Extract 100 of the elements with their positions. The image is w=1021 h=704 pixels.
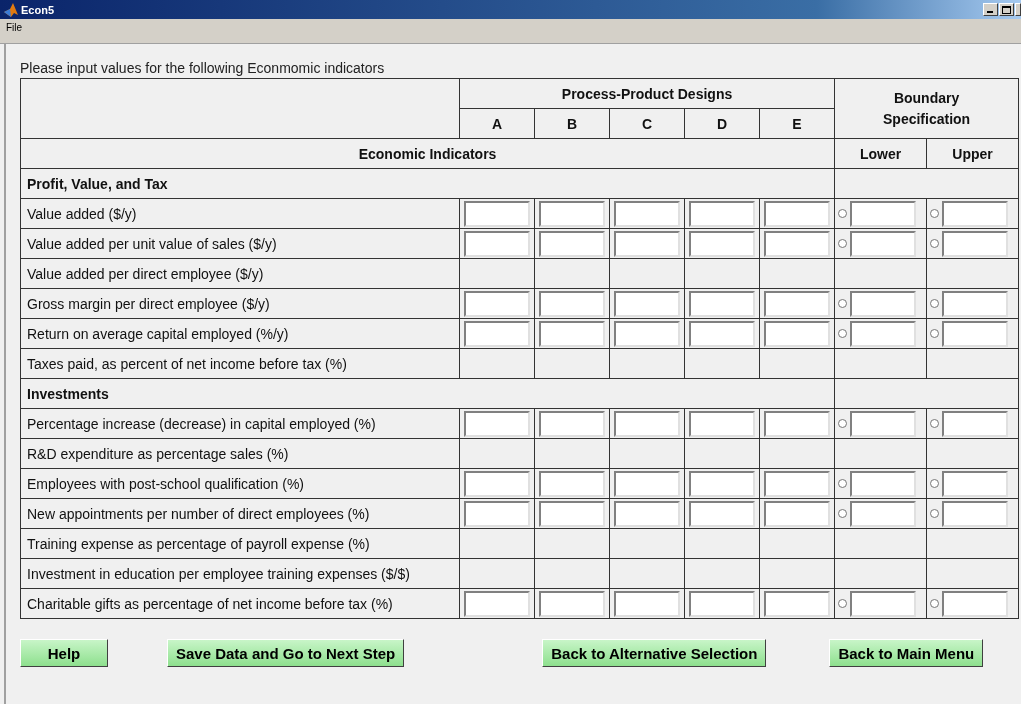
input-field[interactable]: [850, 590, 917, 617]
minimize-button[interactable]: [983, 3, 998, 16]
column-group-header: Process-Product Designs: [561, 85, 733, 102]
column-header: Upper: [952, 145, 993, 162]
input-field[interactable]: [464, 500, 530, 527]
input-field[interactable]: [539, 470, 605, 497]
section-heading: Profit, Value, and Tax: [27, 175, 168, 192]
input-field[interactable]: [539, 590, 605, 617]
input-field[interactable]: [689, 290, 755, 317]
input-field[interactable]: [850, 230, 917, 257]
input-field[interactable]: [942, 290, 1009, 317]
input-field[interactable]: [464, 230, 530, 257]
input-field[interactable]: [464, 290, 530, 317]
input-field[interactable]: [464, 200, 530, 227]
input-field[interactable]: [614, 500, 680, 527]
indicator-label: Return on average capital employed (%/y): [27, 325, 289, 342]
menu-item[interactable]: File: [0, 19, 29, 33]
app-logo-icon: [4, 2, 18, 17]
input-field[interactable]: [539, 230, 605, 257]
input-field[interactable]: [942, 590, 1009, 617]
input-field[interactable]: [539, 500, 605, 527]
indicator-label: Taxes paid, as percent of net income before tax (%): [27, 355, 347, 372]
action-button[interactable]: Help: [20, 639, 108, 667]
input-field[interactable]: [689, 500, 755, 527]
maximize-icon: [1002, 5, 1011, 14]
input-field[interactable]: [614, 290, 680, 317]
indicator-label: R&D expenditure as percentage sales (%): [27, 445, 289, 462]
input-field[interactable]: [764, 320, 831, 347]
input-field[interactable]: [464, 470, 530, 497]
input-field[interactable]: [764, 410, 831, 437]
column-header: E: [792, 115, 802, 132]
input-field[interactable]: [689, 230, 755, 257]
input-field[interactable]: [942, 320, 1009, 347]
input-field[interactable]: [942, 500, 1009, 527]
radio-button[interactable]: [838, 329, 848, 338]
input-field[interactable]: [764, 470, 831, 497]
action-button[interactable]: Back to Alternative Selection: [542, 639, 767, 667]
column-header: C: [641, 115, 653, 132]
maximize-button[interactable]: [999, 3, 1014, 16]
section-heading: Investments: [27, 385, 109, 402]
input-field[interactable]: [850, 290, 917, 317]
radio-button[interactable]: [838, 509, 848, 518]
input-field[interactable]: [942, 200, 1009, 227]
indicator-label: Value added per direct employee ($/y): [27, 265, 264, 282]
radio-button[interactable]: [930, 419, 940, 428]
column-header: D: [716, 115, 728, 132]
input-field[interactable]: [850, 500, 917, 527]
column-header: Boundary Specification: [883, 89, 971, 127]
radio-button[interactable]: [930, 299, 940, 308]
input-field[interactable]: [539, 290, 605, 317]
input-field[interactable]: [764, 200, 831, 227]
radio-button[interactable]: [838, 209, 848, 218]
input-field[interactable]: [764, 590, 831, 617]
input-field[interactable]: [614, 410, 680, 437]
close-button[interactable]: [1015, 3, 1021, 16]
input-field[interactable]: [614, 590, 680, 617]
radio-button[interactable]: [838, 479, 848, 488]
radio-button[interactable]: [930, 509, 940, 518]
indicator-label: Percentage increase (decrease) in capital employed (%): [27, 415, 376, 432]
input-field[interactable]: [850, 410, 917, 437]
input-field[interactable]: [764, 290, 831, 317]
input-field[interactable]: [539, 320, 605, 347]
input-field[interactable]: [614, 200, 680, 227]
input-field[interactable]: [764, 230, 831, 257]
input-field[interactable]: [464, 320, 530, 347]
input-field[interactable]: [689, 590, 755, 617]
input-field[interactable]: [614, 320, 680, 347]
input-field[interactable]: [942, 470, 1009, 497]
indicator-label: Charitable gifts as percentage of net income before tax (%): [27, 595, 393, 612]
window-title: Econ5: [21, 3, 55, 16]
input-field[interactable]: [689, 410, 755, 437]
input-field[interactable]: [850, 320, 917, 347]
input-field[interactable]: [539, 200, 605, 227]
indicator-label: Employees with post-school qualification (%): [27, 475, 304, 492]
input-field[interactable]: [464, 590, 530, 617]
input-field[interactable]: [464, 410, 530, 437]
radio-button[interactable]: [838, 299, 848, 308]
input-field[interactable]: [850, 470, 917, 497]
radio-button[interactable]: [838, 419, 848, 428]
radio-button[interactable]: [930, 209, 940, 218]
action-button[interactable]: Save Data and Go to Next Step: [167, 639, 405, 667]
action-button[interactable]: Back to Main Menu: [829, 639, 984, 667]
input-field[interactable]: [614, 230, 680, 257]
input-field[interactable]: [689, 320, 755, 347]
radio-button[interactable]: [930, 599, 940, 608]
input-field[interactable]: [539, 410, 605, 437]
radio-button[interactable]: [930, 479, 940, 488]
radio-button[interactable]: [838, 599, 848, 608]
input-field[interactable]: [942, 230, 1009, 257]
radio-button[interactable]: [930, 329, 940, 338]
input-field[interactable]: [764, 500, 831, 527]
instruction-text: Please input values for the following Econmomic indicators: [20, 60, 385, 76]
radio-button[interactable]: [838, 239, 848, 248]
input-field[interactable]: [614, 470, 680, 497]
indicator-label: Gross margin per direct employee ($/y): [27, 295, 270, 312]
input-field[interactable]: [689, 470, 755, 497]
input-field[interactable]: [850, 200, 917, 227]
input-field[interactable]: [942, 410, 1009, 437]
input-field[interactable]: [689, 200, 755, 227]
radio-button[interactable]: [930, 239, 940, 248]
